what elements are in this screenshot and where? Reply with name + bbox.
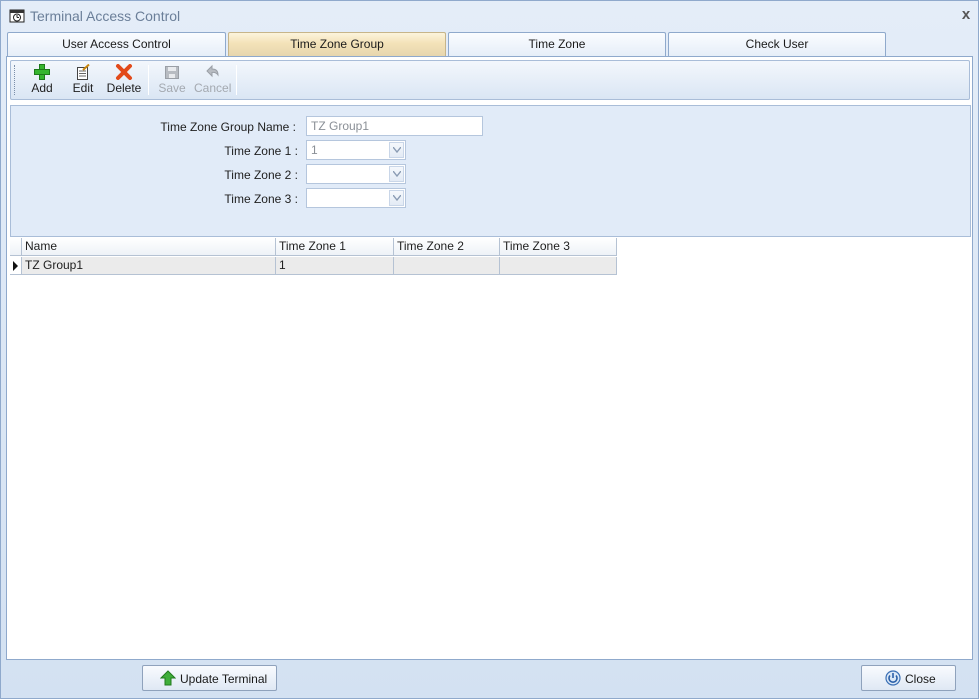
grid-corner-header [10,238,22,256]
window-title: Terminal Access Control [30,8,181,24]
delete-button[interactable]: Delete [106,63,142,97]
delete-x-icon [115,64,133,80]
table-cell[interactable] [500,257,617,275]
time-zone-2-select[interactable] [306,164,406,184]
chevron-down-icon[interactable] [389,166,404,182]
update-terminal-label: Update Terminal [180,672,268,686]
power-icon [885,670,901,686]
save-button[interactable]: Save [157,63,187,97]
toolbar: Add Edit Delete Save Cancel [10,60,970,100]
time-zone-1-label: Time Zone 1 : [224,144,298,158]
add-button[interactable]: Add [27,63,57,97]
cancel-button[interactable]: Cancel [194,63,232,97]
close-button[interactable]: Close [861,665,956,691]
time-zone-3-select[interactable] [306,188,406,208]
table-cell[interactable]: TZ Group1 [22,257,276,275]
column-header-time-zone-2[interactable]: Time Zone 2 [394,238,500,256]
tab-check-user[interactable]: Check User [668,32,886,56]
time-zone-1-value: 1 [311,143,318,157]
table-cell[interactable]: 1 [276,257,394,275]
chevron-down-icon[interactable] [389,190,404,206]
toolbar-separator [148,65,149,95]
toolbar-separator [236,65,237,95]
tab-content-panel: Add Edit Delete Save Cancel Time Zone Gr… [6,56,973,660]
column-header-time-zone-1[interactable]: Time Zone 1 [276,238,394,256]
save-disk-icon [163,64,181,80]
save-label: Save [158,81,186,95]
app-window: Terminal Access Control x User Access Co… [0,0,979,699]
time-zone-group-form: Time Zone Group Name : TZ Group1 Time Zo… [10,105,971,237]
title-bar: Terminal Access Control x [1,1,978,31]
table-cell[interactable] [394,257,500,275]
add-label: Add [31,81,53,95]
delete-label: Delete [106,81,142,95]
chevron-down-icon[interactable] [389,142,404,158]
cancel-label: Cancel [194,81,232,95]
undo-icon [203,64,221,80]
time-zone-group-grid: Name Time Zone 1 Time Zone 2 Time Zone 3… [10,238,971,657]
edit-document-icon [74,63,92,80]
plus-icon [33,64,51,80]
up-arrow-icon [159,670,177,686]
row-selector[interactable] [10,257,22,275]
tab-time-zone[interactable]: Time Zone [448,32,666,56]
window-close-button[interactable]: x [958,7,974,23]
group-name-input[interactable]: TZ Group1 [306,116,483,136]
column-header-name[interactable]: Name [22,238,276,256]
group-name-label: Time Zone Group Name : [160,120,296,134]
tab-user-access-control[interactable]: User Access Control [7,32,226,56]
time-zone-2-label: Time Zone 2 : [224,168,298,182]
edit-button[interactable]: Edit [68,63,98,97]
current-row-arrow-icon [13,261,18,271]
tab-time-zone-group[interactable]: Time Zone Group [228,32,446,56]
time-zone-1-select[interactable]: 1 [306,140,406,160]
app-clock-icon [9,9,25,23]
time-zone-3-label: Time Zone 3 : [224,192,298,206]
toolbar-grip[interactable] [14,65,17,95]
close-label: Close [905,672,936,686]
edit-label: Edit [72,81,94,95]
column-header-time-zone-3[interactable]: Time Zone 3 [500,238,617,256]
update-terminal-button[interactable]: Update Terminal [142,665,277,691]
